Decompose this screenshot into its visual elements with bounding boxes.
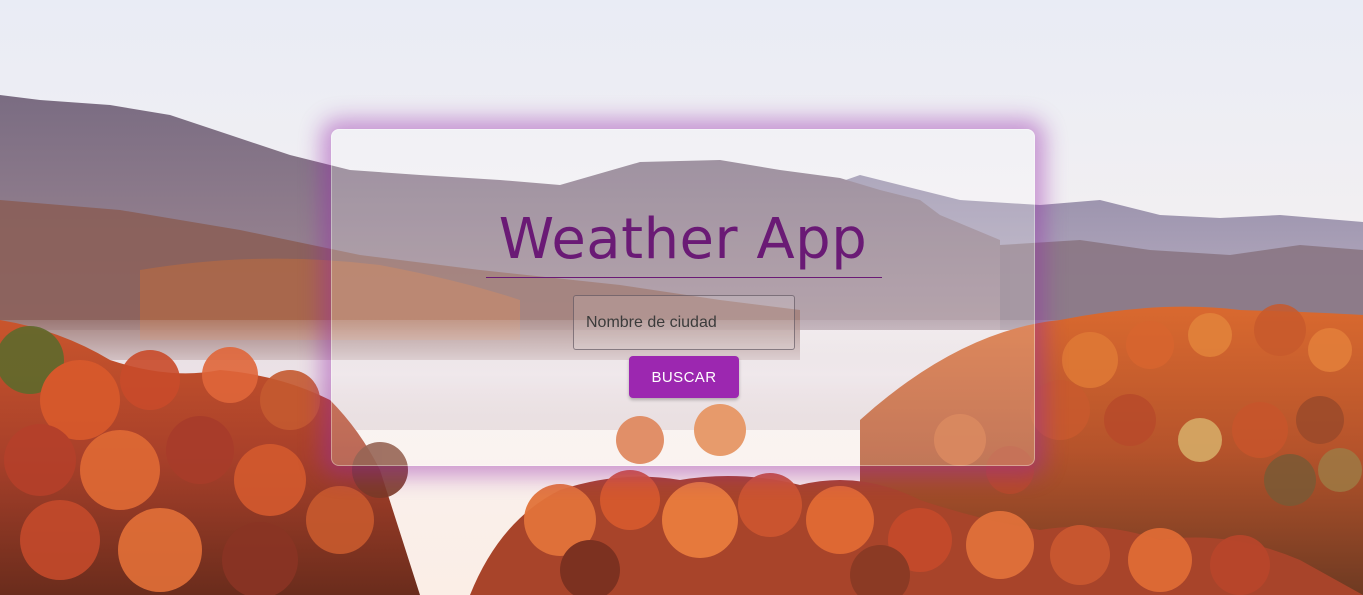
search-button[interactable]: BUSCAR (629, 356, 739, 398)
city-search-input[interactable] (573, 295, 795, 350)
weather-app-page: Weather App BUSCAR (0, 0, 1363, 595)
app-title: Weather App (498, 207, 868, 272)
title-underline (486, 277, 882, 278)
weather-card: Weather App BUSCAR (331, 129, 1035, 466)
